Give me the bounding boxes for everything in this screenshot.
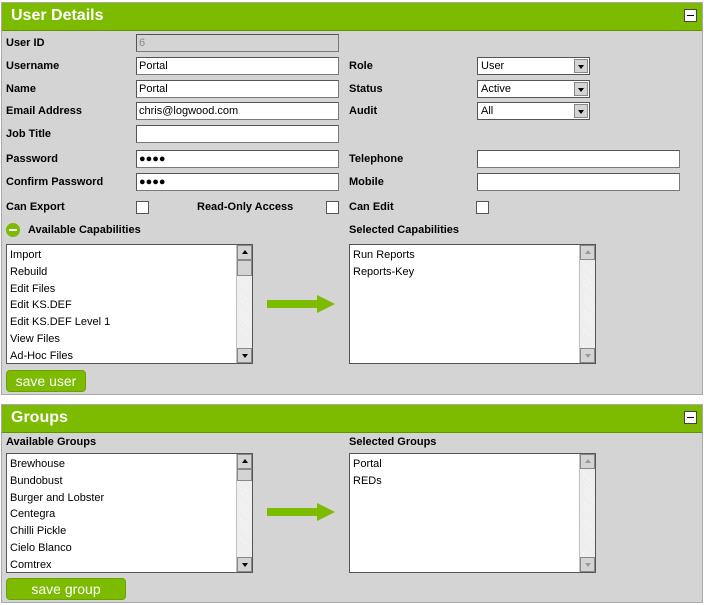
user-id-field: 6 xyxy=(136,34,339,52)
role-select-value: User xyxy=(481,60,505,72)
list-item[interactable]: Portal xyxy=(353,456,577,473)
available-capabilities-label: Available Capabilities xyxy=(28,224,141,236)
selected-capabilities-label: Selected Capabilities xyxy=(349,224,460,236)
read-only-access-checkbox[interactable] xyxy=(326,201,339,214)
scroll-thumb[interactable] xyxy=(237,469,252,481)
can-export-checkbox[interactable] xyxy=(136,201,149,214)
list-item[interactable]: Edit KS.DEF Level 1 xyxy=(10,314,234,331)
selected-groups-scrollbar[interactable] xyxy=(579,454,595,572)
username-label: Username xyxy=(6,60,60,72)
move-right-arrow-icon[interactable] xyxy=(267,295,335,313)
telephone-label: Telephone xyxy=(349,153,404,165)
status-label: Status xyxy=(349,83,383,95)
list-item[interactable]: Import xyxy=(10,247,234,264)
scroll-down-icon[interactable] xyxy=(580,557,595,572)
scroll-up-icon[interactable] xyxy=(237,245,252,260)
list-item[interactable]: Chilli Pickle xyxy=(10,523,234,540)
role-select[interactable]: User xyxy=(477,57,590,75)
list-item[interactable]: Reports-Key xyxy=(353,264,577,281)
available-groups-items: Brewhouse Bundobust Burger and Lobster C… xyxy=(10,456,234,572)
scroll-down-icon[interactable] xyxy=(237,348,252,363)
list-item[interactable]: Brewhouse xyxy=(10,456,234,473)
confirm-password-label: Confirm Password xyxy=(6,176,104,188)
audit-select-value: All xyxy=(481,105,494,117)
list-item[interactable]: Ad-Hoc Files xyxy=(10,348,234,363)
can-edit-checkbox[interactable] xyxy=(476,201,489,214)
list-item[interactable]: Cielo Blanco xyxy=(10,540,234,557)
list-item[interactable]: View Files xyxy=(10,331,234,348)
collapse-user-details-button[interactable] xyxy=(684,9,697,22)
audit-label: Audit xyxy=(349,105,378,117)
mobile-field[interactable] xyxy=(477,173,680,191)
telephone-field[interactable] xyxy=(477,150,680,168)
chevron-down-icon[interactable] xyxy=(574,82,588,96)
groups-panel: Groups Available Groups Selected Groups … xyxy=(1,404,703,603)
available-capabilities-items: Import Rebuild Edit Files Edit KS.DEF Ed… xyxy=(10,247,234,363)
confirm-password-field[interactable]: ●●●● xyxy=(136,173,339,191)
chevron-down-icon[interactable] xyxy=(574,59,588,73)
audit-select[interactable]: All xyxy=(477,102,590,120)
name-label: Name xyxy=(6,83,36,95)
list-item[interactable]: Edit KS.DEF xyxy=(10,297,234,314)
chevron-down-icon[interactable] xyxy=(574,104,588,118)
selected-groups-label: Selected Groups xyxy=(349,436,437,448)
password-field[interactable]: ●●●● xyxy=(136,150,339,168)
user-details-header: User Details xyxy=(2,3,702,31)
collapse-groups-button[interactable] xyxy=(684,411,697,424)
move-right-arrow-icon[interactable] xyxy=(267,503,335,521)
status-select[interactable]: Active xyxy=(477,80,590,98)
user-details-panel: User Details User ID Username Name Email… xyxy=(1,2,703,395)
email-label: Email Address xyxy=(6,105,83,117)
scroll-up-icon[interactable] xyxy=(580,245,595,260)
available-groups-label: Available Groups xyxy=(6,436,97,448)
selected-groups-list[interactable]: Portal REDs xyxy=(349,453,596,573)
username-field[interactable]: Portal xyxy=(136,57,339,75)
job-title-field[interactable] xyxy=(136,125,339,143)
available-groups-scrollbar[interactable] xyxy=(236,454,252,572)
selected-groups-items: Portal REDs xyxy=(353,456,577,490)
scroll-up-icon[interactable] xyxy=(237,454,252,469)
role-label: Role xyxy=(349,60,373,72)
list-item[interactable]: Rebuild xyxy=(10,264,234,281)
can-edit-label: Can Edit xyxy=(349,201,394,213)
available-capabilities-scrollbar[interactable] xyxy=(236,245,252,363)
available-capabilities-list[interactable]: Import Rebuild Edit Files Edit KS.DEF Ed… xyxy=(6,244,253,364)
user-details-title: User Details xyxy=(11,7,104,24)
mobile-label: Mobile xyxy=(349,176,384,188)
job-title-label: Job Title xyxy=(6,128,52,140)
user-id-label: User ID xyxy=(6,37,45,49)
scroll-thumb[interactable] xyxy=(237,260,252,276)
selected-capabilities-scrollbar[interactable] xyxy=(579,245,595,363)
scroll-up-icon[interactable] xyxy=(580,454,595,469)
email-field[interactable]: chris@logwood.com xyxy=(136,102,339,120)
password-label: Password xyxy=(6,153,58,165)
scroll-down-icon[interactable] xyxy=(580,348,595,363)
list-item[interactable]: Comtrex xyxy=(10,557,234,572)
status-select-value: Active xyxy=(481,83,511,95)
scroll-down-icon[interactable] xyxy=(237,557,252,572)
list-item[interactable]: Burger and Lobster xyxy=(10,490,234,507)
selected-capabilities-list[interactable]: Run Reports Reports-Key xyxy=(349,244,596,364)
list-item[interactable]: Bundobust xyxy=(10,473,234,490)
groups-header: Groups xyxy=(2,405,702,433)
collapse-capabilities-icon[interactable] xyxy=(6,223,20,237)
read-only-access-label: Read-Only Access xyxy=(197,201,294,213)
list-item[interactable]: Centegra xyxy=(10,506,234,523)
selected-capabilities-items: Run Reports Reports-Key xyxy=(353,247,577,281)
save-user-button[interactable]: save user xyxy=(6,370,86,392)
list-item[interactable]: REDs xyxy=(353,473,577,490)
name-field[interactable]: Portal xyxy=(136,80,339,98)
available-groups-list[interactable]: Brewhouse Bundobust Burger and Lobster C… xyxy=(6,453,253,573)
can-export-label: Can Export xyxy=(6,201,65,213)
list-item[interactable]: Run Reports xyxy=(353,247,577,264)
save-group-button[interactable]: save group xyxy=(6,578,126,600)
groups-title: Groups xyxy=(11,409,68,426)
list-item[interactable]: Edit Files xyxy=(10,281,234,298)
